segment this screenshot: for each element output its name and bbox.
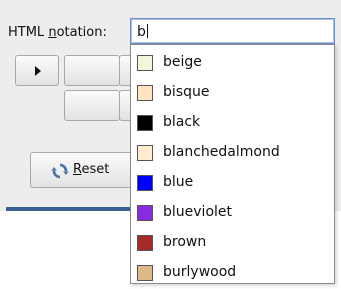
color-dialog: HTML notation: b Reset beige bisque blac…: [0, 0, 341, 289]
label-text-pre: HTML: [8, 25, 49, 40]
color-name: bisque: [163, 84, 210, 100]
color-swatch: [137, 115, 153, 131]
completion-item[interactable]: bisque: [131, 79, 334, 109]
input-value: b: [137, 24, 146, 40]
color-swatch: [137, 55, 153, 71]
color-swatch: [137, 85, 153, 101]
completion-item[interactable]: beige: [131, 49, 334, 79]
completion-item[interactable]: brown: [131, 229, 334, 259]
color-name: burlywood: [163, 264, 237, 280]
label-text-post: otation:: [56, 25, 107, 40]
html-notation-input[interactable]: b: [130, 18, 335, 44]
color-swatch-button[interactable]: [64, 55, 120, 86]
reset-button[interactable]: Reset: [30, 152, 135, 188]
html-notation-label: HTML notation:: [8, 25, 107, 40]
color-name: blueviolet: [163, 204, 232, 220]
color-name: blanchedalmond: [163, 144, 280, 160]
completion-item[interactable]: blue: [131, 169, 334, 199]
color-swatch: [137, 265, 153, 281]
refresh-icon: [51, 163, 69, 179]
completion-item[interactable]: blanchedalmond: [131, 139, 334, 169]
color-swatch-button[interactable]: [64, 90, 120, 121]
focus-underline: [6, 207, 136, 211]
color-name: beige: [163, 54, 202, 70]
expand-arrow-button[interactable]: [15, 55, 59, 86]
reset-label: Reset: [73, 162, 109, 177]
color-swatch: [137, 205, 153, 221]
color-swatch: [137, 235, 153, 251]
color-name: brown: [163, 234, 207, 250]
completion-popup: beige bisque black blanchedalmond blue b…: [130, 44, 335, 284]
completion-item[interactable]: blueviolet: [131, 199, 334, 229]
color-swatch: [137, 145, 153, 161]
color-name: blue: [163, 174, 194, 190]
completion-item[interactable]: black: [131, 109, 334, 139]
reset-text: eset: [81, 162, 110, 177]
play-arrow-icon: [35, 66, 41, 76]
color-name: black: [163, 114, 201, 130]
label-mnemonic: n: [48, 25, 57, 40]
text-caret: [146, 24, 148, 38]
completion-item[interactable]: burlywood: [131, 259, 334, 289]
color-swatch: [137, 175, 153, 191]
